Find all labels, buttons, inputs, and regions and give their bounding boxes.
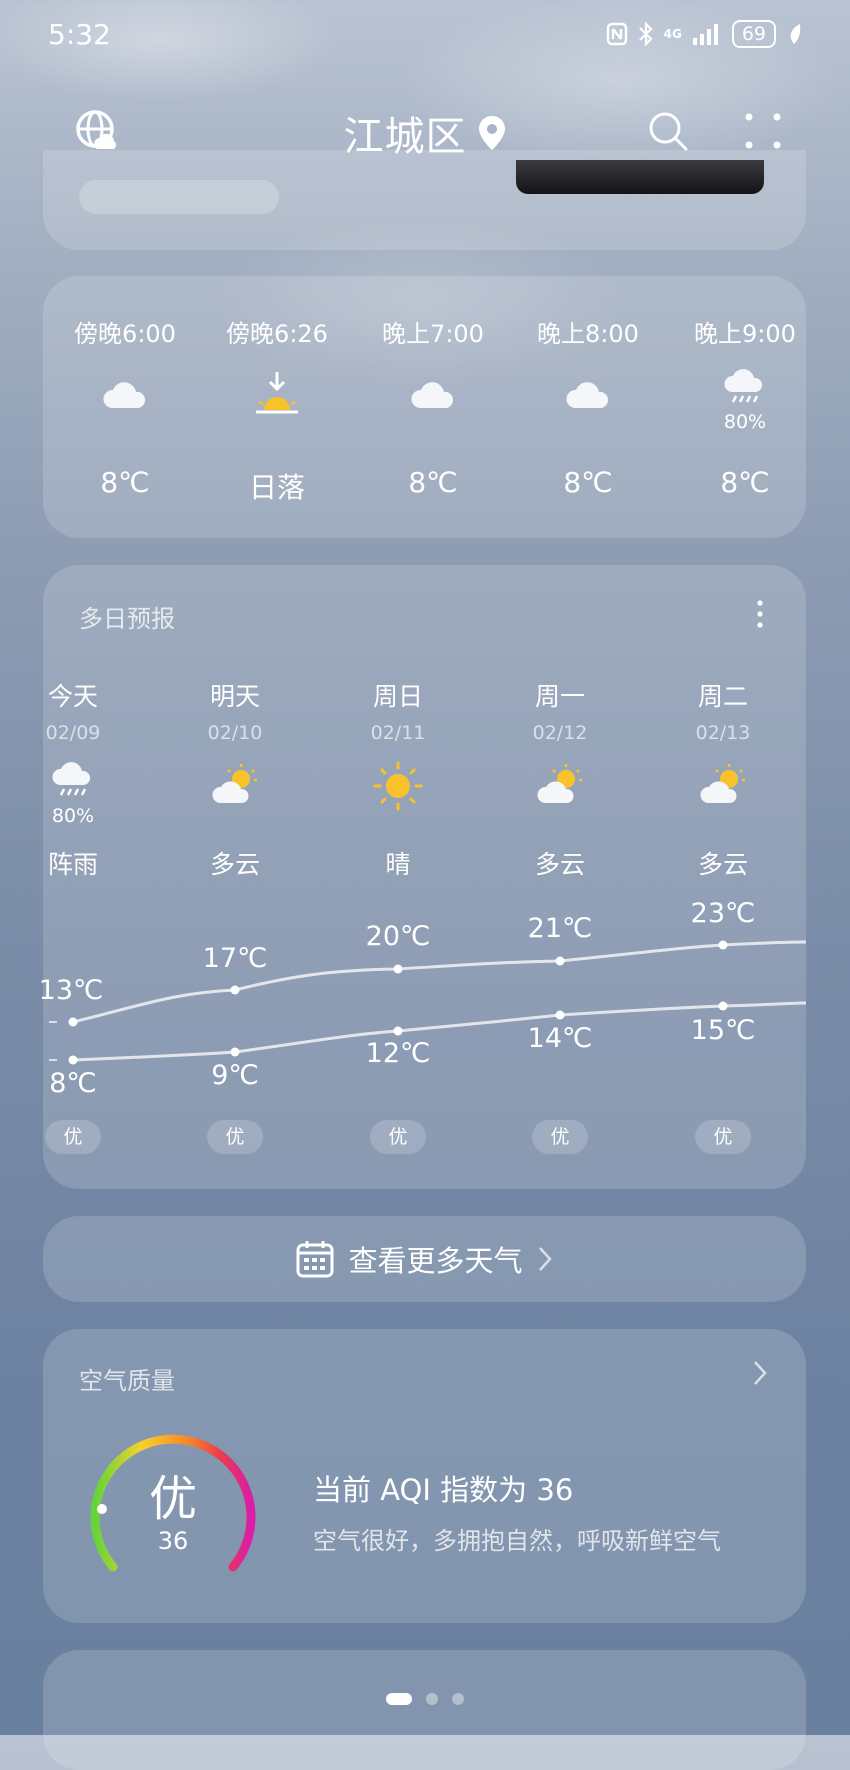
nfc-icon	[606, 22, 627, 46]
location-pin-icon	[478, 116, 505, 150]
next-card-partial[interactable]	[43, 1650, 806, 1770]
low-point	[718, 1001, 728, 1011]
day-condition: 多云	[697, 850, 748, 879]
high-point	[230, 985, 240, 995]
high-temp-label: 13℃	[38, 975, 104, 1006]
day-condition: 多云	[209, 850, 260, 879]
air-quality-badge: 优	[45, 1120, 101, 1154]
low-point	[555, 1010, 565, 1020]
high-point	[393, 964, 403, 974]
cloud-icon	[411, 382, 454, 408]
hour-time: 晚上8:00	[537, 320, 639, 348]
precip-percent: 80%	[723, 411, 767, 433]
network-type: 4G	[663, 27, 682, 41]
more-options-button[interactable]	[738, 106, 788, 156]
day-name: 周一	[534, 682, 585, 711]
high-temp-line	[72, 940, 806, 1024]
partly-cloudy-icon	[212, 764, 257, 803]
partly-cloudy-icon	[537, 764, 582, 803]
leaf-icon	[790, 24, 801, 44]
cloud-icon	[566, 382, 609, 408]
aqi-value: 36	[157, 1527, 189, 1555]
hour-temp: 8℃	[408, 466, 458, 499]
page-dot[interactable]	[426, 1693, 438, 1705]
low-temp-label: 14℃	[527, 1023, 593, 1054]
page-dot-active[interactable]	[386, 1693, 412, 1705]
high-temp-label: 21℃	[527, 913, 593, 944]
hour-time: 傍晚6:00	[74, 320, 176, 348]
more-weather-label: 查看更多天气	[348, 1244, 523, 1278]
status-time: 5:32	[48, 18, 111, 51]
aqi-summary: 当前 AQI 指数为 36	[313, 1473, 574, 1507]
high-temp-label: 20℃	[365, 921, 431, 952]
air-quality-badge: 优	[207, 1120, 263, 1154]
day-date: 02/12	[532, 722, 588, 744]
air-quality-badge: 优	[370, 1120, 426, 1154]
low-temp-label: 12℃	[365, 1038, 431, 1069]
signal-icon	[692, 24, 718, 45]
calendar-icon	[296, 1241, 334, 1278]
high-point	[68, 1017, 78, 1027]
battery-indicator: 69	[731, 20, 776, 48]
sunset-icon	[256, 372, 298, 414]
low-temp-label: 9℃	[211, 1060, 259, 1091]
high-temp-label: 23℃	[690, 898, 756, 929]
search-icon	[649, 112, 688, 151]
aqi-advice: 空气很好，多拥抱自然，呼吸新鲜空气	[313, 1527, 721, 1555]
day-name: 今天	[47, 682, 98, 711]
hour-time: 晚上9:00	[694, 320, 796, 348]
day-name: 明天	[209, 682, 260, 711]
air-quality-badge: 优	[532, 1120, 588, 1154]
chevron-right-icon	[538, 1247, 552, 1271]
partial-pill[interactable]	[79, 180, 279, 214]
air-quality-title: 空气质量	[79, 1367, 175, 1395]
day-date: 02/10	[207, 722, 263, 744]
day-date: 02/13	[695, 722, 751, 744]
status-icons: 4G 69	[606, 20, 802, 48]
low-point	[393, 1026, 403, 1036]
day-name: 周日	[372, 682, 423, 711]
search-button[interactable]	[643, 106, 693, 156]
sunset-label: 日落	[248, 471, 305, 504]
high-point	[718, 940, 728, 950]
hour-time: 晚上7:00	[382, 320, 484, 348]
bluetooth-icon	[638, 21, 653, 47]
day-name: 周二	[697, 682, 748, 711]
day-condition: 阵雨	[47, 850, 98, 879]
partial-thumbnail[interactable]	[516, 160, 764, 194]
low-temp-label: 8℃	[49, 1068, 97, 1099]
day-date: 02/11	[370, 722, 426, 744]
high-point	[555, 956, 565, 966]
current-weather-card-partial[interactable]	[43, 150, 806, 250]
more-weather-button[interactable]: 查看更多天气	[43, 1216, 806, 1302]
day-condition: 多云	[534, 850, 585, 879]
rain-icon	[52, 762, 91, 796]
air-quality-card[interactable]: 空气质量 优 36 当前 AQI 指数为 36 空气很好，多拥抱自然，呼吸新鲜空…	[43, 1329, 806, 1623]
high-temp-label: 17℃	[202, 943, 268, 974]
day-condition: 晴	[385, 850, 411, 879]
low-temp-label: 15℃	[690, 1015, 756, 1046]
hour-temp: 8℃	[563, 466, 613, 499]
low-point	[230, 1047, 240, 1057]
daily-forecast-card[interactable]: 多日预报 今天 02/09 80% 阵雨 优 13℃ 8℃ 明天 02/10 多…	[39, 565, 806, 1189]
hourly-forecast-card[interactable]: 傍晚6:00 8℃ 傍晚6:26 日落 晚上7:00 8℃ 晚上8:00 8℃ …	[43, 276, 806, 538]
precip-percent: 80%	[51, 805, 95, 827]
page-indicator[interactable]	[0, 1693, 850, 1705]
low-point	[68, 1055, 78, 1065]
aqi-level: 优	[148, 1471, 197, 1527]
dots-grid-icon	[745, 113, 781, 149]
chevron-right-icon	[754, 1361, 767, 1385]
hour-temp: 8℃	[720, 466, 770, 499]
hour-temp: 8℃	[100, 466, 150, 499]
day-date: 02/09	[45, 722, 101, 744]
cloud-icon	[103, 382, 146, 408]
partly-cloudy-icon	[700, 764, 745, 803]
hour-time: 傍晚6:26	[226, 320, 328, 348]
sun-icon	[373, 761, 423, 811]
page-dot[interactable]	[452, 1693, 464, 1705]
air-quality-badge: 优	[695, 1120, 751, 1154]
